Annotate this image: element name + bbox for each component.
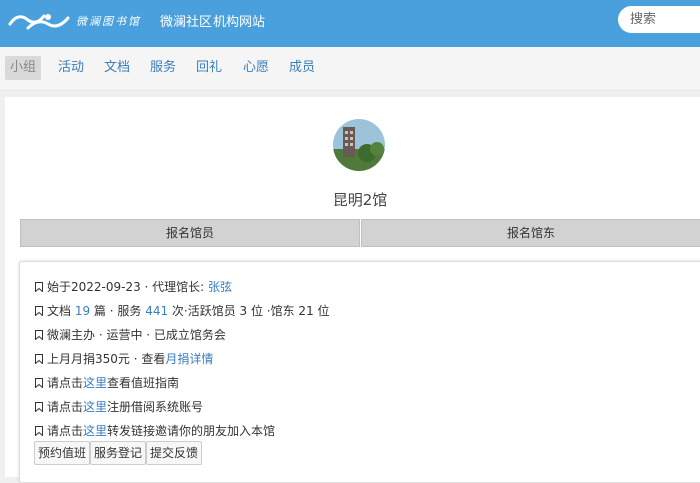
join-as-sponsor-button[interactable]: 报名馆东 bbox=[361, 219, 700, 247]
info-register-line: 请点击这里注册借阅系统账号 bbox=[35, 399, 203, 415]
search-box bbox=[618, 6, 700, 33]
register-suffix: 注册借阅系统账号 bbox=[107, 400, 204, 414]
nav-org-site-link[interactable]: 机构网站 bbox=[213, 11, 265, 30]
duty-guide-prefix: 请点击 bbox=[47, 376, 84, 390]
acting-director-link[interactable]: 张弦 bbox=[208, 280, 232, 294]
group-name: 昆明2馆 bbox=[332, 191, 388, 209]
logo-text: 微澜图书馆 bbox=[76, 15, 141, 28]
stats-text-b: 篇 · 服务 bbox=[90, 304, 146, 318]
building-photo-icon bbox=[333, 119, 385, 171]
join-as-librarian-button[interactable]: 报名馆员 bbox=[20, 219, 360, 247]
tab-services[interactable]: 服务 bbox=[150, 56, 176, 80]
info-duty-guide-line: 请点击这里查看值班指南 bbox=[35, 375, 179, 391]
tab-members[interactable]: 成员 bbox=[289, 56, 315, 80]
info-stats-line: 文档 19 篇 · 服务 441 次·活跃馆员 3 位 ·馆东 21 位 bbox=[35, 303, 330, 319]
wave-logo-icon bbox=[8, 14, 70, 30]
invite-link[interactable]: 这里 bbox=[83, 424, 107, 438]
bookmark-icon bbox=[35, 378, 43, 388]
info-donation-line: 上月月捐350元 · 查看月捐详情 bbox=[35, 351, 213, 367]
stats-text-a: 文档 bbox=[47, 304, 75, 318]
tab-group[interactable]: 小组 bbox=[5, 56, 42, 80]
bookmark-icon bbox=[35, 330, 43, 340]
group-tab-bar: 小组 活动 文档 服务 回礼 心愿 成员 bbox=[0, 47, 700, 91]
register-prefix: 请点击 bbox=[47, 400, 84, 414]
bookmark-icon bbox=[35, 426, 43, 436]
status-text: 微澜主办 · 运营中 · 已成立馆务会 bbox=[47, 328, 226, 342]
search-input[interactable] bbox=[630, 10, 690, 28]
donation-text: 上月月捐350元 · 查看 bbox=[47, 352, 166, 366]
info-founded-line: 始于2022-09-23 · 代理馆长: 张弦 bbox=[35, 279, 232, 295]
group-info-card: 始于2022-09-23 · 代理馆长: 张弦 文档 19 篇 · 服务 441… bbox=[19, 261, 700, 483]
stats-text-c: 次·活跃馆员 3 位 ·馆东 21 位 bbox=[168, 304, 330, 318]
nav-community-link[interactable]: 微澜社区 bbox=[160, 11, 212, 30]
bookmark-icon bbox=[35, 306, 43, 316]
service-register-button[interactable]: 服务登记 bbox=[90, 441, 147, 465]
register-account-link[interactable]: 这里 bbox=[83, 400, 107, 414]
info-status-line: 微澜主办 · 运营中 · 已成立馆务会 bbox=[35, 327, 226, 343]
invite-suffix: 转发链接邀请你的朋友加入本馆 bbox=[107, 424, 276, 438]
duty-guide-link[interactable]: 这里 bbox=[83, 376, 107, 390]
bookmark-icon bbox=[35, 402, 43, 412]
group-avatar bbox=[333, 119, 385, 171]
book-duty-button[interactable]: 预约值班 bbox=[34, 441, 91, 465]
top-navbar: 微澜图书馆 微澜社区 机构网站 bbox=[0, 0, 700, 47]
info-invite-line: 请点击这里转发链接邀请你的朋友加入本馆 bbox=[35, 423, 275, 439]
tab-gifts[interactable]: 回礼 bbox=[196, 56, 222, 80]
founded-text: 始于2022-09-23 · 代理馆长: bbox=[47, 280, 209, 294]
docs-count-link[interactable]: 19 bbox=[75, 304, 90, 318]
tab-documents[interactable]: 文档 bbox=[104, 56, 130, 80]
submit-feedback-button[interactable]: 提交反馈 bbox=[146, 441, 203, 465]
tab-activities[interactable]: 活动 bbox=[58, 56, 84, 80]
services-count-link[interactable]: 441 bbox=[145, 304, 168, 318]
invite-prefix: 请点击 bbox=[47, 424, 84, 438]
duty-guide-suffix: 查看值班指南 bbox=[107, 376, 180, 390]
donation-details-link[interactable]: 月捐详情 bbox=[165, 352, 213, 366]
tab-wishes[interactable]: 心愿 bbox=[243, 56, 269, 80]
bookmark-icon bbox=[35, 282, 43, 292]
bookmark-icon bbox=[35, 354, 43, 364]
